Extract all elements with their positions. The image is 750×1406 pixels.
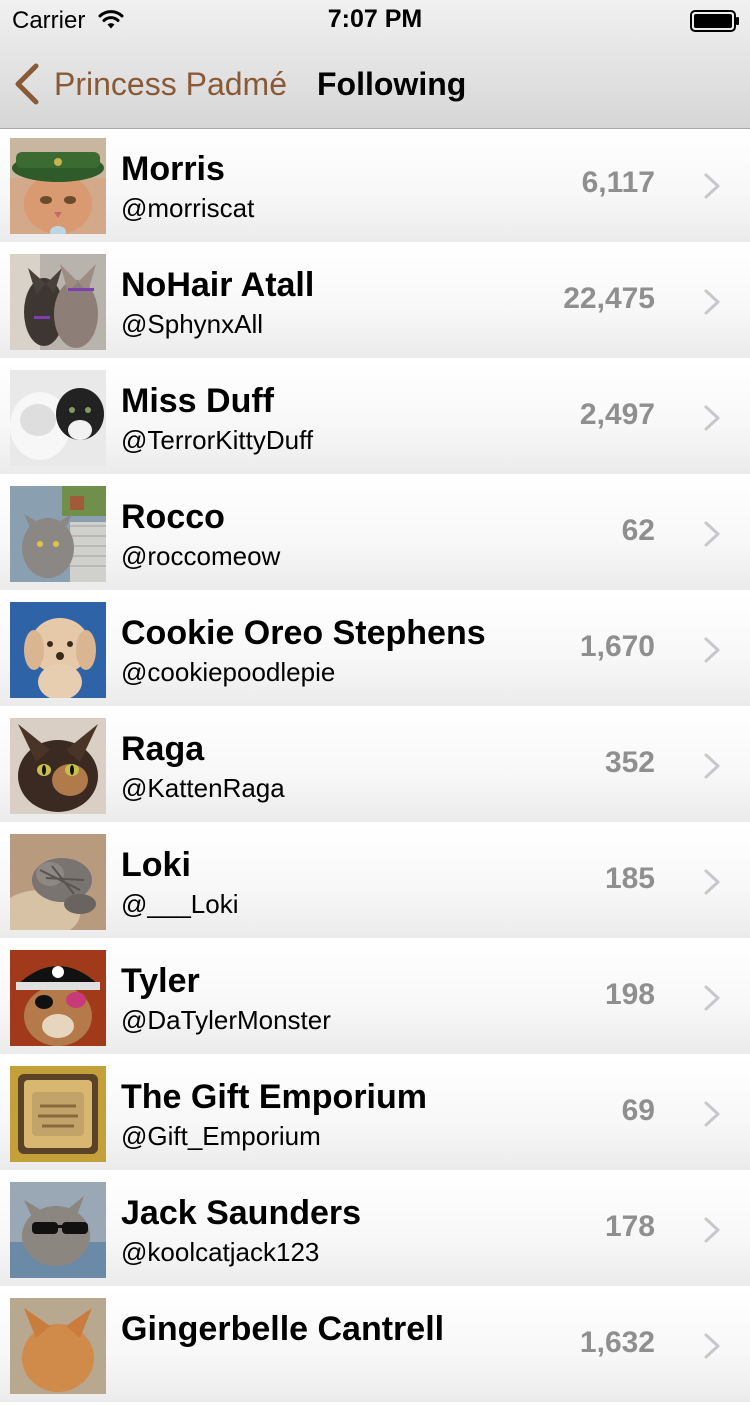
user-name: Cookie Oreo Stephens bbox=[121, 614, 486, 652]
user-handle: @TerrorKittyDuff bbox=[121, 425, 314, 455]
chevron-right-icon bbox=[704, 173, 720, 199]
list-item[interactable]: Rocco @roccomeow 62 bbox=[0, 478, 750, 590]
follower-count: 1,670 bbox=[579, 630, 655, 663]
user-handle: @cookiepoodlepie bbox=[121, 657, 336, 687]
list-item[interactable]: Gingerbelle Cantrell 1,632 bbox=[0, 1290, 750, 1402]
chevron-right-icon bbox=[704, 289, 720, 315]
user-name: NoHair Atall bbox=[121, 266, 315, 304]
user-handle: @koolcatjack123 bbox=[121, 1237, 320, 1267]
user-handle: @___Loki bbox=[121, 889, 239, 919]
user-name: Gingerbelle Cantrell bbox=[121, 1310, 445, 1348]
user-name: Loki bbox=[121, 846, 191, 884]
follower-count: 1,632 bbox=[579, 1326, 655, 1359]
chevron-right-icon bbox=[704, 637, 720, 663]
chevron-right-icon bbox=[704, 1217, 720, 1243]
list-item[interactable]: Morris @morriscat 6,117 bbox=[0, 130, 750, 242]
back-chevron-icon bbox=[15, 63, 39, 105]
follower-count: 69 bbox=[621, 1094, 655, 1127]
chevron-right-icon bbox=[704, 405, 720, 431]
list-item[interactable]: Cookie Oreo Stephens @cookiepoodlepie 1,… bbox=[0, 594, 750, 706]
status-time: 7:07 PM bbox=[327, 5, 423, 33]
list-item[interactable]: Tyler @DaTylerMonster 198 bbox=[0, 942, 750, 1054]
user-name: Rocco bbox=[121, 498, 225, 536]
user-handle: @KattenRaga bbox=[121, 773, 285, 803]
top-bar: Carrier 7:07 PM Princess Padmé Following bbox=[0, 0, 750, 129]
list-item[interactable]: Miss Duff @TerrorKittyDuff 2,497 bbox=[0, 362, 750, 474]
user-handle: @Gift_Emporium bbox=[121, 1121, 321, 1151]
list-item[interactable]: The Gift Emporium @Gift_Emporium 69 bbox=[0, 1058, 750, 1170]
follower-count: 62 bbox=[621, 514, 655, 547]
avatar bbox=[10, 370, 106, 466]
list-item[interactable]: Jack Saunders @koolcatjack123 178 bbox=[0, 1174, 750, 1286]
avatar bbox=[10, 138, 106, 234]
follower-count: 352 bbox=[604, 746, 655, 779]
user-handle: @SphynxAll bbox=[121, 309, 264, 339]
avatar bbox=[10, 486, 106, 582]
user-handle: @roccomeow bbox=[121, 541, 281, 571]
follower-count: 185 bbox=[604, 862, 655, 895]
avatar bbox=[10, 1066, 106, 1162]
avatar bbox=[10, 718, 106, 814]
page-title: Following bbox=[317, 66, 467, 102]
user-name: Miss Duff bbox=[121, 382, 274, 420]
chevron-right-icon bbox=[704, 1101, 720, 1127]
back-button[interactable]: Princess Padmé bbox=[12, 40, 287, 128]
avatar bbox=[10, 1298, 106, 1394]
navigation-bar: Princess Padmé Following bbox=[0, 40, 750, 128]
chevron-right-icon bbox=[704, 753, 720, 779]
user-name: Raga bbox=[121, 730, 205, 768]
chevron-right-icon bbox=[704, 521, 720, 547]
status-bar: Carrier 7:07 PM bbox=[0, 0, 750, 40]
chevron-right-icon bbox=[704, 869, 720, 895]
avatar bbox=[10, 1182, 106, 1278]
follower-count: 6,117 bbox=[581, 166, 655, 199]
user-handle: @morriscat bbox=[121, 193, 255, 223]
user-handle: @DaTylerMonster bbox=[121, 1005, 331, 1035]
list-item[interactable]: Loki @___Loki 185 bbox=[0, 826, 750, 938]
avatar bbox=[10, 834, 106, 930]
list-item[interactable]: NoHair Atall @SphynxAll 22,475 bbox=[0, 246, 750, 358]
follower-count: 22,475 bbox=[563, 282, 655, 315]
chevron-right-icon bbox=[704, 1333, 720, 1359]
follower-count: 198 bbox=[604, 978, 655, 1011]
back-button-label: Princess Padmé bbox=[54, 65, 287, 102]
list-item[interactable]: Raga @KattenRaga 352 bbox=[0, 710, 750, 822]
user-name: Morris bbox=[121, 150, 225, 188]
following-list: Morris @morriscat 6,117 NoHair Atall @Sp… bbox=[0, 130, 750, 1406]
follower-count: 2,497 bbox=[579, 398, 655, 431]
user-name: Jack Saunders bbox=[121, 1194, 362, 1232]
battery-icon bbox=[690, 10, 739, 32]
user-name: Tyler bbox=[121, 962, 200, 1000]
avatar bbox=[10, 602, 106, 698]
chevron-right-icon bbox=[704, 985, 720, 1011]
avatar bbox=[10, 254, 106, 350]
avatar bbox=[10, 950, 106, 1046]
follower-count: 178 bbox=[604, 1210, 655, 1243]
user-name: The Gift Emporium bbox=[121, 1078, 427, 1116]
